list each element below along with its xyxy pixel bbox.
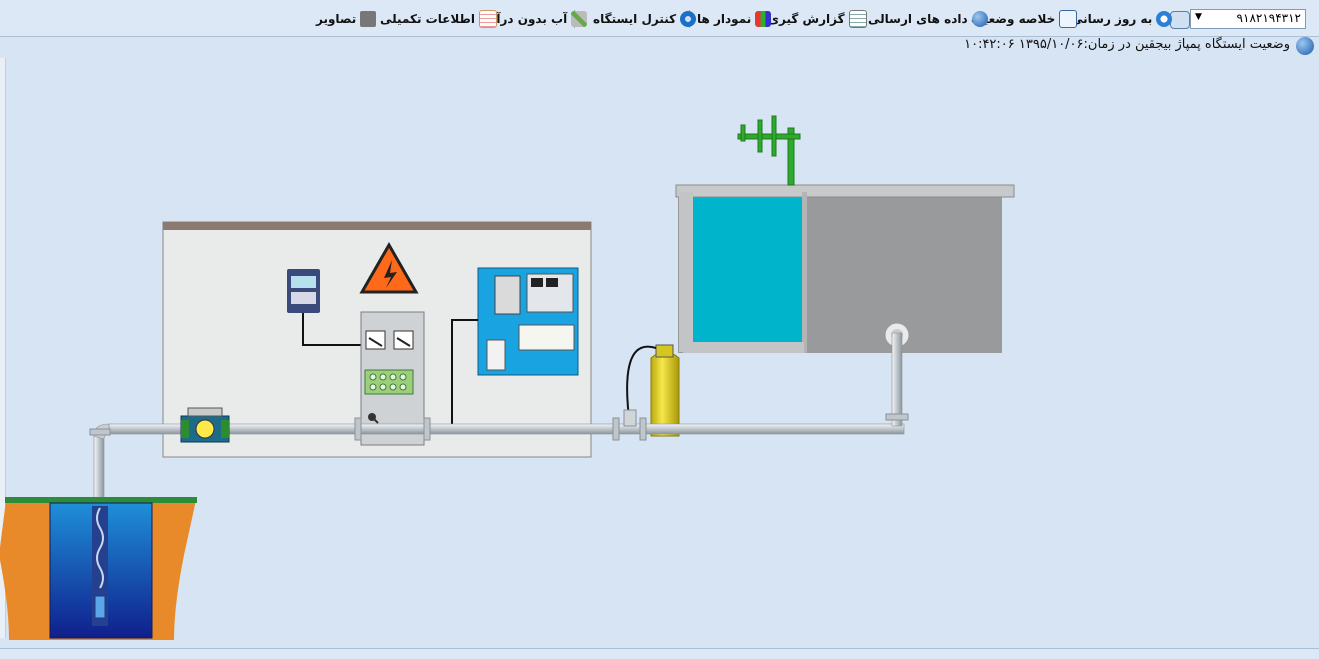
images-button[interactable]: تصاویر [316,10,377,28]
sent-data-label: داده های ارسالی [868,12,968,26]
bar-chart-icon [755,11,772,27]
tank-water-level [692,195,802,345]
station-control-button[interactable]: کنترل ایستگاه [593,10,697,28]
station-control-label: کنترل ایستگاه [593,12,677,26]
camera-icon [360,11,377,27]
extra-info-label: اطلاعات تکمیلی [380,12,475,26]
charts-button[interactable]: نمودار ها [697,10,772,28]
water-well[interactable] [0,497,197,640]
images-label: تصاویر [316,12,357,26]
charts-label: نمودار ها [697,12,752,26]
water-storage-tank[interactable] [675,184,1015,353]
sent-data-button[interactable]: داده های ارسالی [868,10,988,28]
bottom-status-bar [0,648,1319,659]
chlorine-analyzer-panel[interactable] [477,267,579,376]
refresh-button[interactable]: به روز رسانی [1071,10,1173,28]
station-selector[interactable]: ۹۱۸۲۱۹۴۳۱۲ ▼ [1190,9,1306,29]
monitor-icon[interactable] [1170,11,1190,29]
report-icon [848,10,867,28]
window-icon [1059,10,1078,28]
gear-icon [680,11,697,27]
non-revenue-water-button[interactable]: آب بدون درآمد [482,10,588,28]
extra-info-button[interactable]: اطلاعات تکمیلی [380,10,497,28]
refresh-icon [1156,11,1173,27]
refresh-label: به روز رسانی [1071,12,1153,26]
reporting-button[interactable]: گزارش گیری [768,10,867,28]
globe-icon [971,11,988,27]
chevron-down-icon[interactable]: ▼ [1195,12,1301,22]
telemetry-antenna-icon [737,115,801,186]
pen-icon [571,11,588,27]
main-toolbar: ۹۱۸۲۱۹۴۳۱۲ ▼ به روز رسانی خلاصه وضعیت دا… [0,0,1319,37]
reporting-label: گزارش گیری [768,12,845,26]
flow-computer-display[interactable] [287,269,320,313]
flow-meter[interactable] [180,407,230,443]
notes-icon [478,10,497,28]
pumping-station-diagram [0,115,1015,640]
